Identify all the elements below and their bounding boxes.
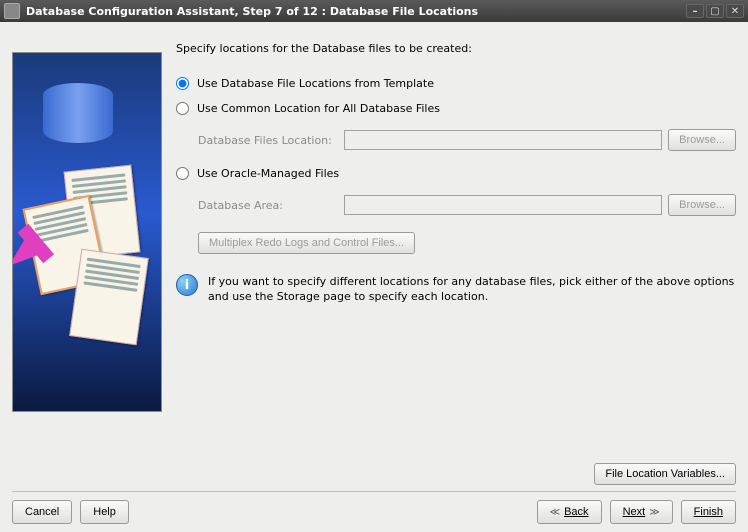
info-icon: i <box>176 274 198 296</box>
option-omf-radio[interactable] <box>176 167 189 180</box>
window-body: Specify locations for the Database files… <box>0 22 748 532</box>
title-bar: Database Configuration Assistant, Step 7… <box>0 0 748 22</box>
instruction-text: Specify locations for the Database files… <box>176 42 736 55</box>
option-omf-label: Use Oracle-Managed Files <box>197 167 339 180</box>
document-icon <box>69 249 149 346</box>
option-common-radio[interactable] <box>176 102 189 115</box>
window-title: Database Configuration Assistant, Step 7… <box>26 5 478 18</box>
option-template[interactable]: Use Database File Locations from Templat… <box>176 77 736 90</box>
browse-common-button[interactable]: Browse... <box>668 129 736 151</box>
option-common[interactable]: Use Common Location for All Database Fil… <box>176 102 736 115</box>
help-button[interactable]: Help <box>80 500 129 524</box>
common-location-row: Database Files Location: Browse... <box>198 129 736 151</box>
footer: Cancel Help ≪ Back Next ≫ Finish <box>12 491 736 524</box>
omf-area-label: Database Area: <box>198 199 338 212</box>
file-location-variables-button[interactable]: File Location Variables... <box>594 463 736 485</box>
info-row: i If you want to specify different locat… <box>176 274 736 305</box>
maximize-button[interactable]: ▢ <box>706 4 724 18</box>
close-button[interactable]: ✕ <box>726 4 744 18</box>
app-icon <box>4 3 20 19</box>
omf-area-input[interactable] <box>344 195 662 215</box>
main-panel: Specify locations for the Database files… <box>176 32 736 457</box>
minimize-button[interactable]: – <box>686 4 704 18</box>
option-template-label: Use Database File Locations from Templat… <box>197 77 434 90</box>
option-template-radio[interactable] <box>176 77 189 90</box>
info-text: If you want to specify different locatio… <box>208 274 736 305</box>
multiplex-button[interactable]: Multiplex Redo Logs and Control Files... <box>198 232 415 254</box>
omf-area-row: Database Area: Browse... <box>198 194 736 216</box>
option-common-label: Use Common Location for All Database Fil… <box>197 102 440 115</box>
chevron-right-icon: ≫ <box>649 507 659 518</box>
database-icon <box>43 83 113 143</box>
option-omf[interactable]: Use Oracle-Managed Files <box>176 167 736 180</box>
back-label: Back <box>564 506 588 518</box>
chevron-left-icon: ≪ <box>550 507 560 518</box>
common-location-input[interactable] <box>344 130 662 150</box>
common-location-label: Database Files Location: <box>198 134 338 147</box>
next-label: Next <box>623 506 646 518</box>
finish-button[interactable]: Finish <box>681 500 736 524</box>
wizard-graphic <box>12 52 162 412</box>
next-button[interactable]: Next ≫ <box>610 500 673 524</box>
finish-label: Finish <box>694 506 723 518</box>
cancel-button[interactable]: Cancel <box>12 500 72 524</box>
back-button[interactable]: ≪ Back <box>537 500 602 524</box>
browse-omf-button[interactable]: Browse... <box>668 194 736 216</box>
